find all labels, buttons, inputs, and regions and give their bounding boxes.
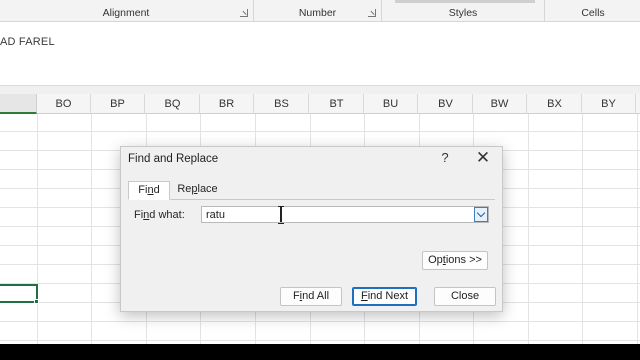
- ribbon-group-label: Alignment: [102, 7, 150, 19]
- label-part: d what:: [149, 209, 185, 221]
- tab-label-part: Re: [177, 183, 192, 195]
- column-header[interactable]: BP: [91, 94, 145, 114]
- tab-label-part: lace: [197, 183, 218, 195]
- grid-line: [528, 114, 529, 344]
- help-icon[interactable]: ?: [439, 150, 451, 165]
- column-header[interactable]: BY: [582, 94, 636, 114]
- button-label-part: Op: [428, 254, 443, 266]
- find-what-input[interactable]: [201, 206, 489, 223]
- button-accesskey: F: [360, 290, 368, 302]
- button-label-part: nd All: [302, 290, 330, 302]
- ribbon-group-alignment: Alignment: [0, 0, 254, 22]
- find-all-button[interactable]: Find All: [280, 287, 342, 306]
- label-part: Fi: [134, 209, 144, 221]
- grid-line: [91, 114, 92, 344]
- column-header[interactable]: BV: [419, 94, 473, 114]
- column-header[interactable]: BW: [473, 94, 527, 114]
- dialog-title: Find and Replace: [128, 153, 219, 165]
- button-label-part: ind Next: [367, 290, 409, 302]
- column-header[interactable]: BO: [37, 94, 91, 114]
- ribbon-group-cells: Cells: [545, 0, 640, 22]
- ribbon-group-number: Number: [254, 0, 382, 22]
- select-all-corner[interactable]: [0, 94, 37, 114]
- grid-line: [37, 114, 38, 344]
- tab-find[interactable]: Find: [128, 181, 170, 200]
- tab-label-part: d: [153, 184, 160, 196]
- grid-line: [582, 114, 583, 344]
- tab-replace[interactable]: Replace: [173, 181, 222, 200]
- column-header[interactable]: BT: [310, 94, 364, 114]
- bottom-bar: [0, 344, 640, 360]
- ribbon-group-label: Styles: [448, 7, 478, 19]
- button-label-part: F: [292, 290, 300, 302]
- find-replace-dialog: Find and Replace ? ✕ Find Replace Find w…: [120, 146, 503, 312]
- active-cell[interactable]: [0, 284, 38, 303]
- chevron-down-icon[interactable]: [474, 207, 488, 222]
- text-cursor-icon: [278, 206, 284, 224]
- dialog-launcher-icon[interactable]: [240, 9, 248, 17]
- fill-handle[interactable]: [34, 299, 39, 304]
- dialog-launcher-icon[interactable]: [368, 9, 376, 17]
- column-header[interactable]: BR: [200, 94, 254, 114]
- ribbon: Alignment Number Styles Cells: [0, 0, 640, 22]
- formula-bar-text: AD FAREL: [0, 36, 55, 48]
- find-what-label: Find what:: [134, 209, 185, 221]
- ribbon-group-styles: Styles: [382, 0, 545, 22]
- formula-bar[interactable]: AD FAREL: [0, 22, 640, 86]
- column-header[interactable]: BX: [528, 94, 582, 114]
- options-button[interactable]: Options >>: [422, 251, 488, 270]
- column-header[interactable]: BU: [364, 94, 418, 114]
- column-header[interactable]: BQ: [146, 94, 200, 114]
- ribbon-group-label: Cells: [581, 7, 605, 19]
- column-header[interactable]: BS: [255, 94, 309, 114]
- close-button[interactable]: Close: [434, 287, 496, 306]
- find-next-button[interactable]: Find Next: [352, 287, 417, 306]
- formula-bar-gap: [0, 86, 640, 94]
- ribbon-group-label: Number: [298, 7, 337, 19]
- button-label-part: ions >>: [445, 254, 482, 266]
- grid-line: [637, 114, 638, 344]
- close-icon[interactable]: ✕: [475, 148, 491, 168]
